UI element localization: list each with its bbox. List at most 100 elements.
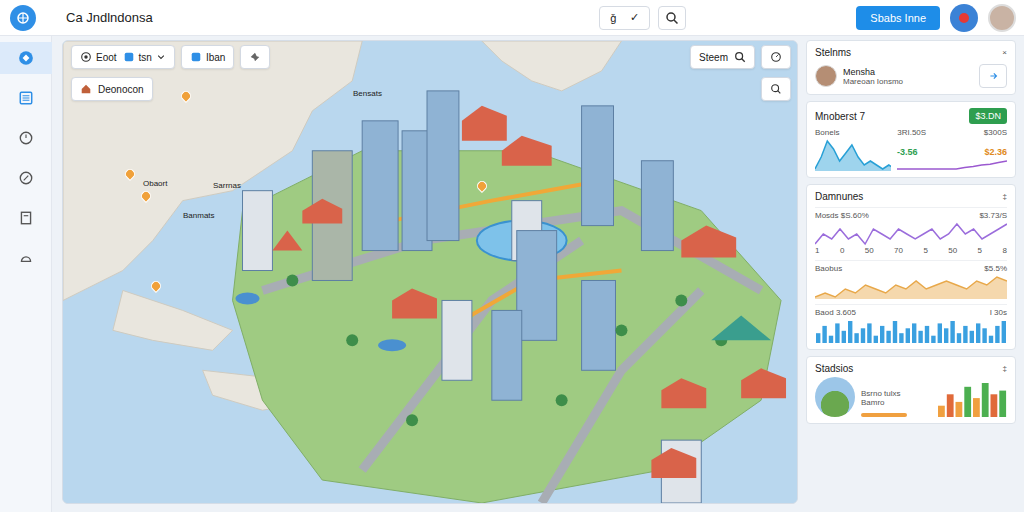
map-label[interactable]: Bensats [353, 89, 382, 98]
chart-bar [854, 333, 858, 343]
map-container: Bensats Obaort Sarrnas Banmats Eoot tsn Iban De… [52, 36, 806, 512]
chart-tick: 8 [1002, 246, 1006, 255]
search-icon [665, 11, 679, 25]
stats-bar-chart [937, 381, 1007, 417]
sidebar-item[interactable] [0, 162, 52, 194]
chart-tick: 5 [978, 246, 982, 255]
chart-line [815, 224, 1007, 244]
chart-bar [906, 328, 910, 343]
chart-bar [822, 326, 826, 343]
trend-chart: Baod 3.605 I 30s [815, 304, 1007, 343]
trends-card: Damnunes‡Mosds $S.60%$3.73/S10507055058B… [806, 184, 1016, 350]
tool-button[interactable]: ǧ [610, 12, 616, 24]
search-button[interactable] [658, 6, 686, 30]
menu-button[interactable]: ‡ [1003, 192, 1007, 201]
sidebar-item[interactable] [0, 42, 52, 74]
arrow-icon [987, 70, 999, 82]
chart-bar [995, 326, 999, 343]
map-button[interactable]: Iban [190, 51, 225, 63]
trend-value: I 30s [990, 308, 1007, 317]
chart-bar [982, 383, 989, 417]
card-title: Stelnms [815, 47, 851, 58]
user-avatar[interactable] [988, 4, 1016, 32]
chip-label[interactable]: Deonocon [98, 84, 144, 95]
map-chip[interactable]: Deonocon [71, 77, 153, 101]
user-subtitle: Mareoan Ionsmo [843, 77, 903, 86]
card-header: Stadsios‡ [815, 363, 1007, 374]
stats-line-bar [861, 413, 907, 417]
chart-bar [970, 331, 974, 343]
trend-line-chart [815, 222, 1007, 246]
chart-bar [956, 402, 963, 417]
layer-icon [123, 51, 135, 63]
map-control-group: Eoot tsn [71, 45, 175, 69]
map-illustration [63, 41, 797, 503]
sidebar-item[interactable] [0, 242, 52, 274]
map-button[interactable]: Eoot [80, 51, 117, 63]
globe-icon [16, 11, 30, 25]
card-header: Damnunes‡ [815, 191, 1007, 202]
button-label[interactable]: Eoot [96, 52, 117, 63]
zoom-button[interactable] [761, 77, 791, 101]
tool-buttons[interactable]: ǧ✓ [599, 6, 650, 30]
chart-bar [964, 387, 971, 417]
image-icon [190, 51, 202, 63]
chart-bar [950, 321, 954, 343]
map-label[interactable]: Banmats [183, 211, 215, 220]
pin-button[interactable] [240, 45, 270, 69]
chart-bar [963, 326, 967, 343]
chart-area [815, 277, 1007, 299]
trend-header: Mosds $S.60%$3.73/S [815, 211, 1007, 220]
stats-body: Bsrno tulxsBamro [815, 377, 1007, 417]
action-button[interactable]: Sbabs Inne [856, 6, 940, 30]
user-action-button[interactable] [979, 64, 1007, 88]
metric-badge: $3.DN [969, 108, 1007, 124]
chart-tick: 5 [923, 246, 927, 255]
link-icon [18, 170, 34, 186]
metric-value: $300S [984, 128, 1007, 137]
map-search-label[interactable]: Steem [699, 52, 728, 63]
trend-bar-chart [815, 319, 1007, 343]
notification-button[interactable] [950, 4, 978, 32]
tool-button[interactable]: ✓ [630, 11, 639, 24]
sidebar-item[interactable] [0, 202, 52, 234]
chart-bar [880, 326, 884, 343]
map-search[interactable]: Steem [690, 45, 755, 69]
chart-bar [944, 328, 948, 343]
close-button[interactable]: × [1002, 48, 1007, 57]
sidebar-item[interactable] [0, 82, 52, 114]
card-header: Stelnms × [815, 47, 1007, 58]
map-label[interactable]: Sarrnas [213, 181, 241, 190]
metric-figures: -3.56$2.36 [897, 147, 1007, 157]
dropdown-label[interactable]: tsn [139, 52, 152, 63]
logo[interactable] [10, 5, 36, 31]
clock-icon [18, 130, 34, 146]
button-label[interactable]: Iban [206, 52, 225, 63]
map[interactable]: Bensats Obaort Sarrnas Banmats Eoot tsn Iban De… [62, 40, 798, 504]
metric-amount: $2.36 [984, 147, 1007, 157]
sidebar-item[interactable] [0, 122, 52, 154]
chart-bar [912, 323, 916, 343]
map-chip-row: Deonocon [71, 77, 153, 101]
chart-bar [938, 406, 945, 417]
map-toolbar: Eoot tsn Iban [71, 45, 270, 69]
chevron-icon [156, 52, 166, 62]
metric-right: -3.56$2.36 [897, 147, 1007, 171]
metric-value: 3RI.50S [897, 128, 926, 137]
chart-bar [973, 398, 980, 417]
chart-line [815, 141, 891, 169]
metric-card: Mnoberst 7$3.DNBonels3RI.50S$300S-3.56$2… [806, 101, 1016, 178]
trend-label: Baod 3.605 [815, 308, 856, 317]
card-title: Mnoberst 7 [815, 111, 865, 122]
trend-area-chart [815, 275, 1007, 299]
chart-bar [867, 323, 871, 343]
chart-bar [893, 321, 897, 343]
map-label[interactable]: Obaort [143, 179, 167, 188]
map-dropdown[interactable]: tsn [123, 51, 166, 63]
card-header: Mnoberst 7 $3.DN [815, 108, 1007, 124]
locate-button[interactable] [761, 45, 791, 69]
chart-line [897, 161, 1007, 169]
menu-button[interactable]: ‡ [1003, 364, 1007, 373]
stats-text: Bsrno tulxsBamro [861, 389, 931, 417]
chart-bar [999, 391, 1006, 417]
